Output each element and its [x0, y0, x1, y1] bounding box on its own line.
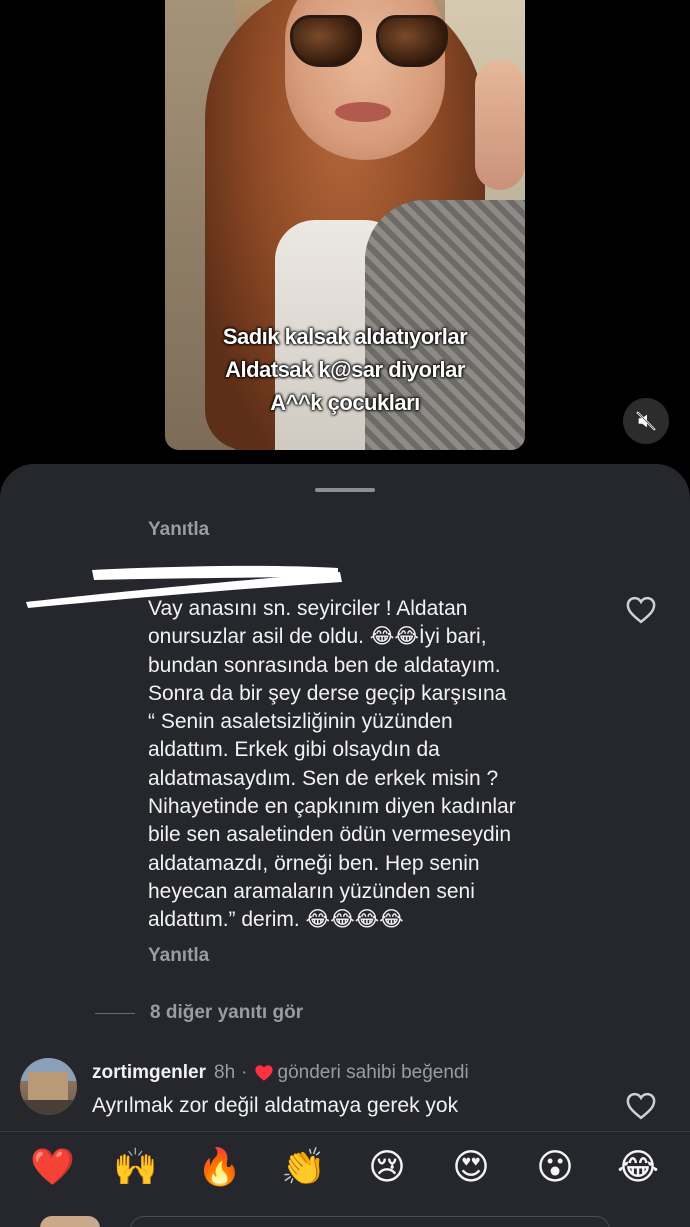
emoji-heart-eyes[interactable]: 😍: [449, 1146, 493, 1190]
caption-line: Aldatsak k@sar diyorlar: [225, 357, 465, 382]
speaker-muted-icon: [636, 411, 656, 431]
liked-by-author-label: gönderi sahibi beğendi: [277, 1062, 469, 1083]
avatar[interactable]: [20, 1058, 77, 1115]
like-heart-icon[interactable]: [626, 1092, 656, 1120]
filled-heart-icon: [254, 1065, 273, 1081]
comment-header: zortimgenler 8h · gönderi sahibi beğendi: [92, 1062, 469, 1084]
video-subject-sunglasses: [290, 15, 450, 70]
reply-button[interactable]: Yanıtla: [148, 945, 209, 967]
emoji-laughing[interactable]: 😂: [616, 1146, 660, 1190]
mute-toggle-button[interactable]: [623, 398, 669, 444]
caption-line: Sadık kalsak aldatıyorlar: [222, 324, 468, 349]
comment-text: Vay anasını sn. seyirciler ! Aldatan onu…: [148, 597, 516, 932]
view-more-replies[interactable]: 8 diğer yanıtı gör: [95, 1002, 303, 1024]
separator-dot: ·: [241, 1062, 248, 1083]
comment-time: 8h: [214, 1062, 236, 1083]
reply-button[interactable]: Yanıtla: [148, 519, 209, 541]
caption-line: A^^k çocukları: [270, 390, 420, 415]
comment-username[interactable]: zortimgenler: [92, 1062, 206, 1084]
video-subject-hand: [475, 60, 525, 190]
current-user-avatar[interactable]: [40, 1216, 100, 1227]
comment-text: Ayrılmak zor değil aldatmaya gerek yok: [92, 1094, 459, 1117]
video-caption: Sadık kalsak aldatıyorlar Aldatsak k@sar…: [165, 320, 525, 419]
video-area: Sadık kalsak aldatıyorlar Aldatsak k@sar…: [0, 0, 690, 470]
emoji-heart[interactable]: ❤️: [30, 1146, 75, 1190]
emoji-fire[interactable]: 🔥: [197, 1146, 242, 1190]
sheet-drag-handle[interactable]: [315, 488, 375, 492]
divider-line: [95, 1012, 135, 1014]
emoji-raised-hands[interactable]: 🙌: [113, 1146, 158, 1190]
emoji-clap[interactable]: 👏: [281, 1146, 326, 1190]
video-subject-lips: [335, 102, 391, 122]
emoji-reaction-bar: ❤️ 🙌 🔥 👏 😢 😍 😮 😂: [0, 1131, 690, 1227]
comment-input[interactable]: [130, 1216, 610, 1227]
emoji-surprised[interactable]: 😮: [533, 1146, 577, 1190]
view-more-replies-label: 8 diğer yanıtı gör: [150, 1002, 304, 1023]
like-heart-icon[interactable]: [626, 596, 656, 624]
comments-sheet: Yanıtla Vay anasını sn. seyirciler ! Ald…: [0, 464, 690, 1227]
emoji-crying[interactable]: 😢: [365, 1146, 409, 1190]
